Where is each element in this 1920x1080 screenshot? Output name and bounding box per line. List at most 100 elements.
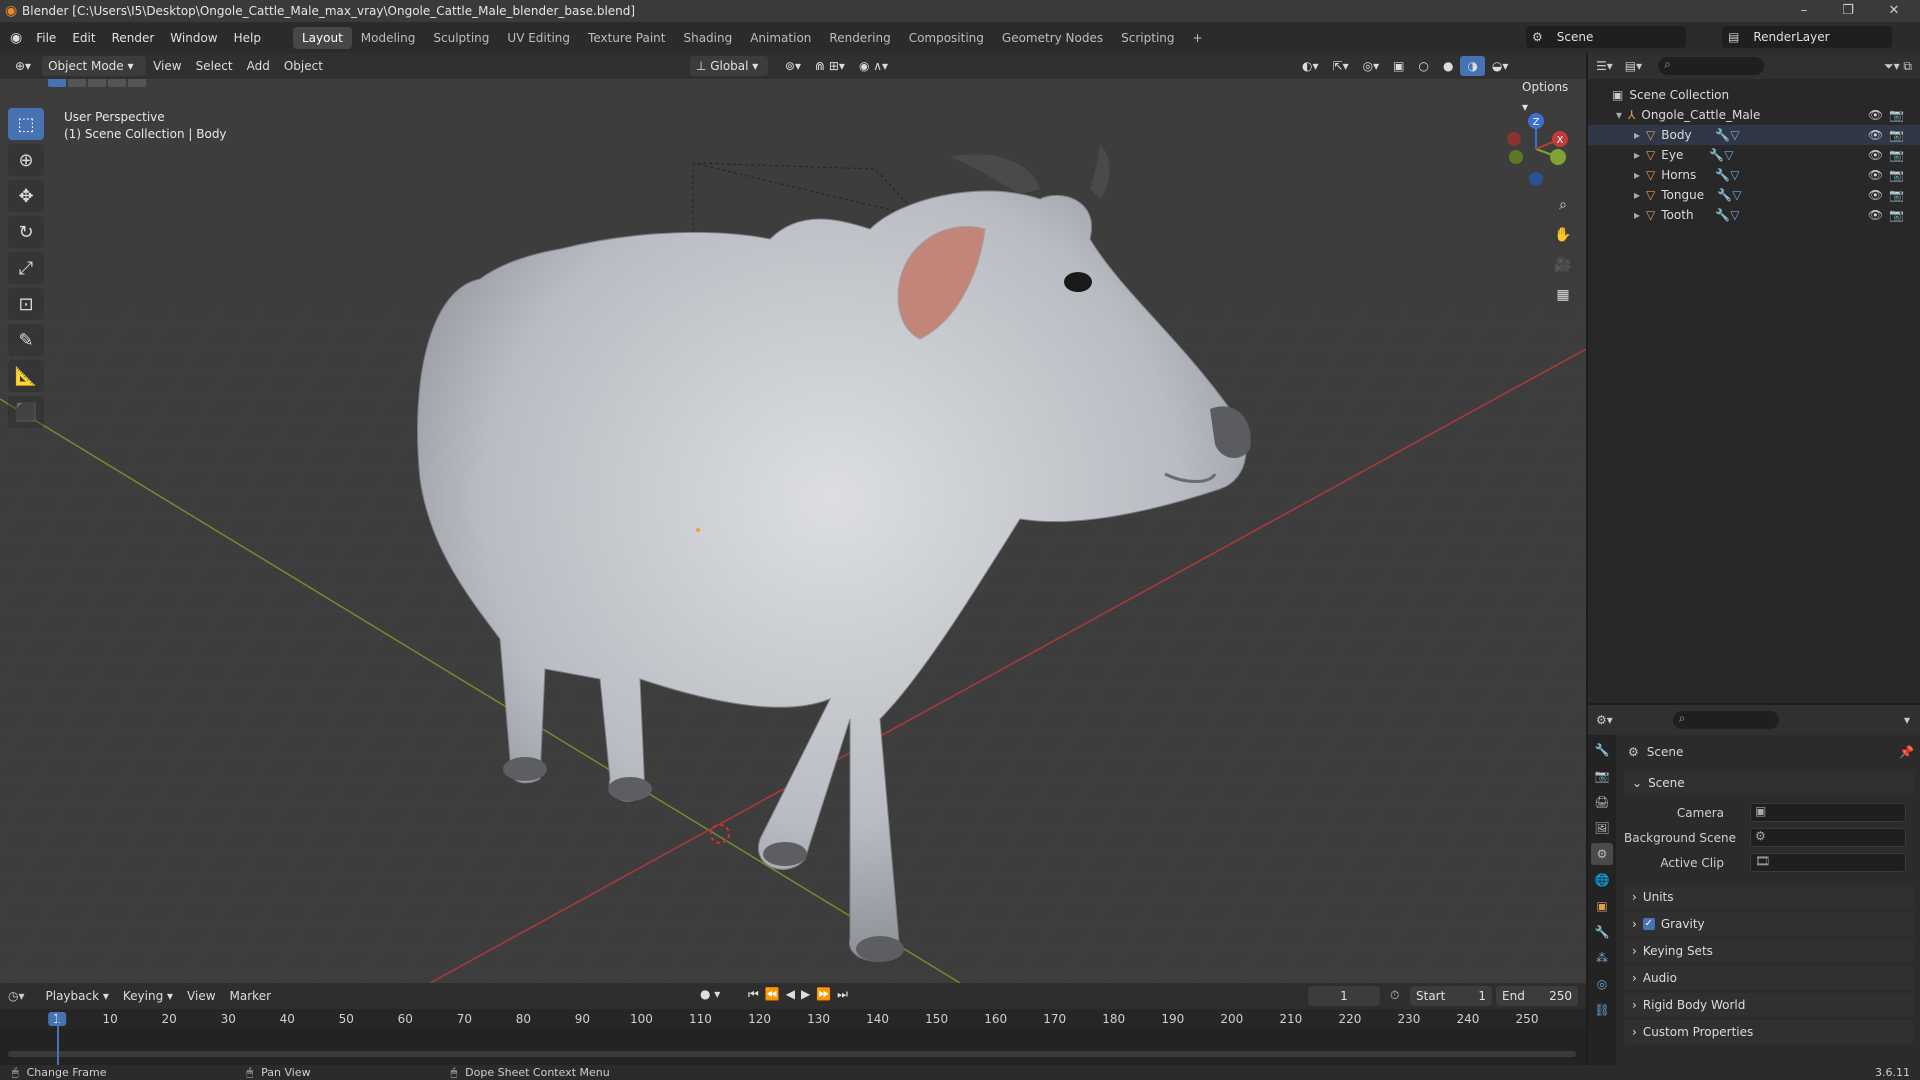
view-layer-tab-icon[interactable]: 🖼: [1591, 817, 1613, 839]
outliner-row-collection[interactable]: ▾ ⅄ Ongole_Cattle_Male 👁📷: [1588, 105, 1920, 125]
tab-compositing[interactable]: Compositing: [900, 27, 993, 49]
select-box-icon[interactable]: ⬚: [8, 108, 44, 140]
menu-keying[interactable]: Keying ▾: [116, 986, 180, 1006]
gizmo-toggle-icon[interactable]: ⇱▾: [1326, 56, 1356, 76]
menu-add[interactable]: Add: [240, 56, 277, 76]
minimize-button[interactable]: –: [1782, 0, 1826, 22]
tool-tab-icon[interactable]: 🔧: [1591, 739, 1613, 761]
proportional-edit-icon[interactable]: ◉ ∧▾: [852, 56, 895, 76]
xray-icon[interactable]: ▣: [1386, 56, 1411, 76]
expand-arrow-icon[interactable]: ▸: [1634, 168, 1640, 182]
measure-tool-icon[interactable]: 📐: [8, 360, 44, 392]
add-cube-tool-icon[interactable]: ⬛: [8, 396, 44, 428]
snap-icon[interactable]: ⋒ ⊞▾: [808, 56, 852, 76]
particles-tab-icon[interactable]: ⁂: [1591, 947, 1613, 969]
3d-viewport[interactable]: ⬚ ⊕ ✥ ↻ ⤢ ⊡ ✎ 📐 ⬛ User Perspective (1) S…: [0, 79, 1586, 983]
expand-arrow-icon[interactable]: ▸: [1634, 148, 1640, 162]
tab-scripting[interactable]: Scripting: [1112, 27, 1183, 49]
mode-dropdown[interactable]: Object Mode ▾: [42, 56, 147, 76]
gizmo-neg-z-icon[interactable]: [1529, 172, 1543, 186]
transform-orientation-dropdown[interactable]: ⊥ Global ▾: [689, 56, 768, 76]
outliner-row-tooth[interactable]: ▸ ▽ Tooth 🔧▽ 👁📷: [1588, 205, 1920, 225]
panel-gravity[interactable]: › ✓ Gravity: [1624, 912, 1914, 936]
panel-units[interactable]: › Units: [1624, 885, 1914, 909]
scale-tool-icon[interactable]: ⤢: [8, 252, 44, 284]
gizmo-neg-y-icon[interactable]: [1509, 150, 1523, 164]
outliner-row-eye[interactable]: ▸ ▽ Eye 🔧▽ 👁📷: [1588, 145, 1920, 165]
expand-arrow-icon[interactable]: ▸: [1634, 188, 1640, 202]
editor-type-icon[interactable]: ⊕▾: [8, 56, 38, 76]
camera-field[interactable]: ▣: [1750, 803, 1906, 822]
playback-controls[interactable]: ⏮⏪◀▶⏩⏭: [748, 987, 854, 1002]
timeline-editor-icon[interactable]: ◷▾: [8, 989, 25, 1003]
tab-shading[interactable]: Shading: [674, 27, 741, 49]
end-frame-field[interactable]: End 250: [1496, 986, 1578, 1006]
outliner-search-input[interactable]: ⌕: [1658, 57, 1765, 75]
constraints-tab-icon[interactable]: ⛓: [1591, 999, 1613, 1021]
scene-selector[interactable]: ⚙ Scene: [1526, 26, 1686, 48]
annotate-tool-icon[interactable]: ✎: [8, 324, 44, 356]
panel-rigid-body-world[interactable]: › Rigid Body World: [1624, 993, 1914, 1017]
frame-ruler[interactable]: 1102030405060708090100110120130140150160…: [0, 1009, 1586, 1029]
gizmo-y-icon[interactable]: [1550, 149, 1566, 165]
panel-keying-sets[interactable]: › Keying Sets: [1624, 939, 1914, 963]
renderlayer-selector[interactable]: ▤ RenderLayer: [1722, 26, 1892, 48]
visibility-icon[interactable]: ◐▾: [1295, 56, 1326, 76]
outliner-row-scene-collection[interactable]: ▣ Scene Collection: [1588, 85, 1920, 105]
move-tool-icon[interactable]: ✥: [8, 180, 44, 212]
outliner-row-tongue[interactable]: ▸ ▽ Tongue 🔧▽ 👁📷: [1588, 185, 1920, 205]
menu-playback[interactable]: Playback ▾: [39, 986, 116, 1006]
visibility-render-icons[interactable]: 👁📷: [1868, 108, 1910, 122]
menu-help[interactable]: Help: [226, 31, 269, 45]
panel-audio[interactable]: › Audio: [1624, 966, 1914, 990]
shading-rendered-icon[interactable]: ◒▾: [1485, 56, 1516, 76]
select-mode-intersect-icon[interactable]: [128, 79, 146, 87]
shading-wireframe-icon[interactable]: ○: [1411, 56, 1435, 76]
select-mode-invert-icon[interactable]: [108, 79, 126, 87]
shading-material-icon[interactable]: ◑: [1460, 56, 1485, 76]
tab-modeling[interactable]: Modeling: [352, 27, 425, 49]
select-mode-extend-icon[interactable]: [68, 79, 86, 87]
panel-scene-header[interactable]: ⌄ Scene: [1624, 771, 1914, 795]
close-button[interactable]: ✕: [1872, 0, 1916, 22]
options-dropdown[interactable]: Options ▾: [1516, 79, 1578, 114]
cursor-tool-icon[interactable]: ⊕: [8, 144, 44, 176]
background-scene-field[interactable]: ⚙: [1750, 828, 1906, 847]
menu-object[interactable]: Object: [277, 56, 330, 76]
transform-tool-icon[interactable]: ⊡: [8, 288, 44, 320]
overlay-toggle-icon[interactable]: ◎▾: [1356, 56, 1387, 76]
current-frame-field[interactable]: 1: [1308, 986, 1380, 1006]
add-workspace-button[interactable]: +: [1184, 27, 1212, 49]
properties-options-icon[interactable]: ▾: [1904, 713, 1910, 727]
select-mode-subtract-icon[interactable]: [88, 79, 106, 87]
modifier-tab-icon[interactable]: 🔧: [1591, 921, 1613, 943]
visibility-render-icons[interactable]: 👁📷: [1868, 128, 1910, 142]
render-tab-icon[interactable]: 📷: [1591, 765, 1613, 787]
scene-tab-icon[interactable]: ⚙: [1591, 843, 1613, 865]
gizmo-neg-x-icon[interactable]: [1507, 132, 1521, 146]
gravity-checkbox[interactable]: ✓: [1642, 918, 1655, 930]
outliner-row-body[interactable]: ▸ ▽ Body 🔧▽ 👁📷: [1588, 125, 1920, 145]
tab-layout[interactable]: Layout: [292, 26, 352, 49]
visibility-render-icons[interactable]: 👁📷: [1868, 188, 1910, 202]
menu-timeline-view[interactable]: View: [180, 986, 222, 1006]
properties-editor-icon[interactable]: ⚙▾: [1596, 713, 1613, 727]
outliner-editor-icon[interactable]: ☰▾: [1596, 59, 1613, 73]
timeline-scrollbar[interactable]: [8, 1051, 1576, 1057]
shading-solid-icon[interactable]: ●: [1436, 56, 1460, 76]
start-frame-field[interactable]: Start 1: [1410, 986, 1492, 1006]
expand-arrow-icon[interactable]: ▸: [1634, 128, 1640, 142]
physics-tab-icon[interactable]: ◎: [1591, 973, 1613, 995]
rotate-tool-icon[interactable]: ↻: [8, 216, 44, 248]
active-clip-field[interactable]: 🎞: [1750, 853, 1906, 872]
pin-icon[interactable]: 📌: [1899, 745, 1914, 759]
pivot-icon[interactable]: ⊚▾: [778, 56, 808, 76]
object-tab-icon[interactable]: ▣: [1591, 895, 1613, 917]
zoom-icon[interactable]: ⌕: [1550, 192, 1576, 218]
panel-custom-properties[interactable]: › Custom Properties: [1624, 1020, 1914, 1044]
visibility-render-icons[interactable]: 👁📷: [1868, 168, 1910, 182]
display-mode-icon[interactable]: ▤▾: [1625, 59, 1642, 73]
playhead-line[interactable]: [57, 1013, 59, 1065]
menu-render[interactable]: Render: [104, 31, 163, 45]
tab-sculpting[interactable]: Sculpting: [424, 27, 498, 49]
